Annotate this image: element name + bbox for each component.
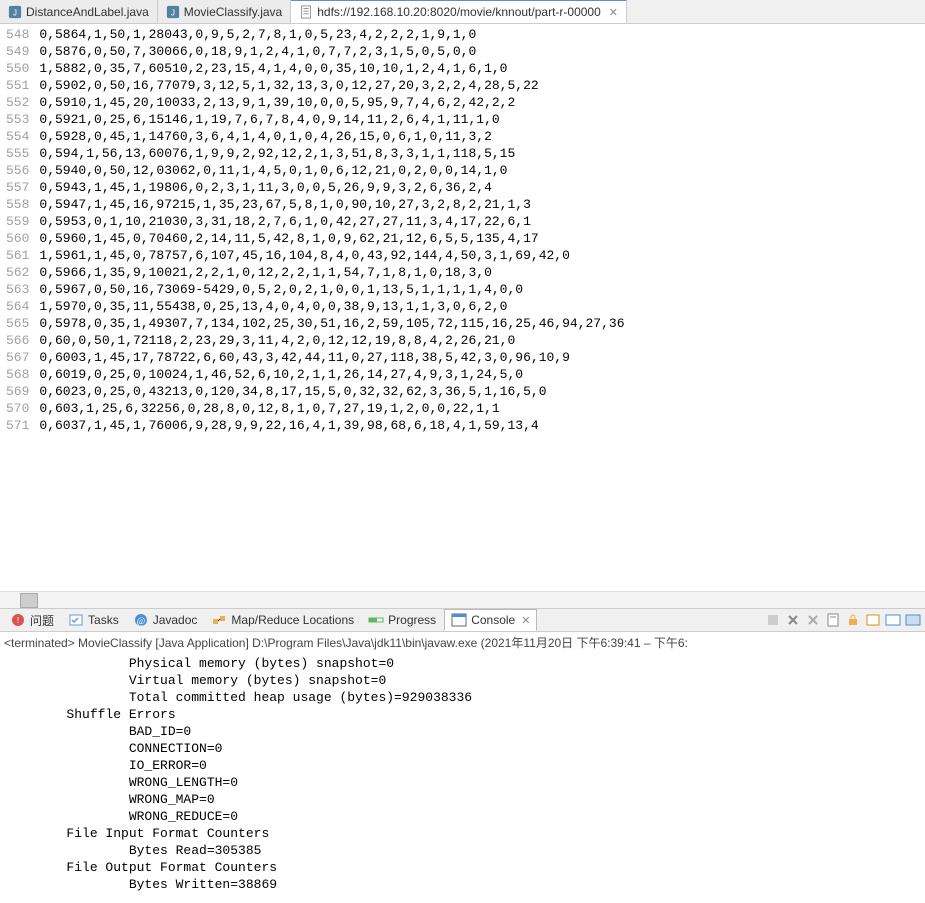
java-file-icon: J	[166, 5, 180, 19]
editor-tab-hdfs-file[interactable]: hdfs://192.168.10.20:8020/movie/knnout/p…	[291, 0, 627, 23]
mapreduce-icon	[211, 612, 227, 628]
editor-tab-bar: J DistanceAndLabel.java J MovieClassify.…	[0, 0, 925, 24]
open-console-icon[interactable]	[905, 612, 921, 628]
svg-text:!: !	[17, 616, 19, 625]
console-icon	[451, 612, 467, 628]
view-tab-javadoc[interactable]: @ Javadoc	[127, 609, 204, 631]
javadoc-icon: @	[133, 612, 149, 628]
horizontal-scrollbar[interactable]	[0, 591, 925, 608]
view-label: Javadoc	[153, 613, 198, 627]
progress-icon	[368, 612, 384, 628]
clear-console-icon[interactable]	[825, 612, 841, 628]
remove-all-terminated-icon[interactable]	[805, 612, 821, 628]
scrollbar-thumb[interactable]	[20, 593, 38, 608]
pin-console-icon[interactable]	[865, 612, 881, 628]
svg-text:J: J	[171, 8, 175, 17]
close-icon[interactable]: ✕	[521, 614, 530, 627]
svg-text:@: @	[137, 616, 145, 626]
views-tab-bar: ! 问题 Tasks @ Javadoc Map/Reduce Location…	[0, 608, 925, 632]
view-tab-progress[interactable]: Progress	[362, 609, 442, 631]
text-editor[interactable]: 548 549 550 551 552 553 554 555 556 557 …	[0, 24, 925, 591]
editor-tab-movieclassify[interactable]: J MovieClassify.java	[158, 0, 291, 23]
view-tab-tasks[interactable]: Tasks	[62, 609, 125, 631]
remove-launch-icon[interactable]	[765, 612, 781, 628]
close-icon[interactable]: ✕	[609, 6, 618, 19]
display-selected-console-icon[interactable]	[885, 612, 901, 628]
view-label: Tasks	[88, 613, 119, 627]
view-tab-problems[interactable]: ! 问题	[4, 609, 60, 631]
tab-label: hdfs://192.168.10.20:8020/movie/knnout/p…	[317, 5, 601, 19]
scroll-lock-icon[interactable]	[845, 612, 861, 628]
tab-label: MovieClassify.java	[184, 5, 282, 19]
console-output[interactable]: Physical memory (bytes) snapshot=0 Virtu…	[0, 653, 925, 903]
java-file-icon: J	[8, 5, 22, 19]
view-label: Map/Reduce Locations	[231, 613, 354, 627]
console-toolbar	[765, 612, 921, 628]
text-file-icon	[299, 5, 313, 19]
remove-all-icon[interactable]	[785, 612, 801, 628]
view-label: Console	[471, 613, 515, 627]
editor-content[interactable]: 0,5864,1,50,1,28043,0,9,5,2,7,8,1,0,5,23…	[35, 24, 628, 591]
svg-text:J: J	[13, 8, 17, 17]
view-label: 问题	[30, 612, 54, 629]
editor-tab-distanceandlabel[interactable]: J DistanceAndLabel.java	[0, 0, 158, 23]
console-process-header: <terminated> MovieClassify [Java Applica…	[0, 632, 925, 653]
view-tab-console[interactable]: Console ✕	[444, 609, 537, 631]
line-number-gutter: 548 549 550 551 552 553 554 555 556 557 …	[0, 24, 35, 591]
problems-icon: !	[10, 612, 26, 628]
tab-label: DistanceAndLabel.java	[26, 5, 149, 19]
tasks-icon	[68, 612, 84, 628]
view-label: Progress	[388, 613, 436, 627]
view-tab-mapreduce[interactable]: Map/Reduce Locations	[205, 609, 360, 631]
